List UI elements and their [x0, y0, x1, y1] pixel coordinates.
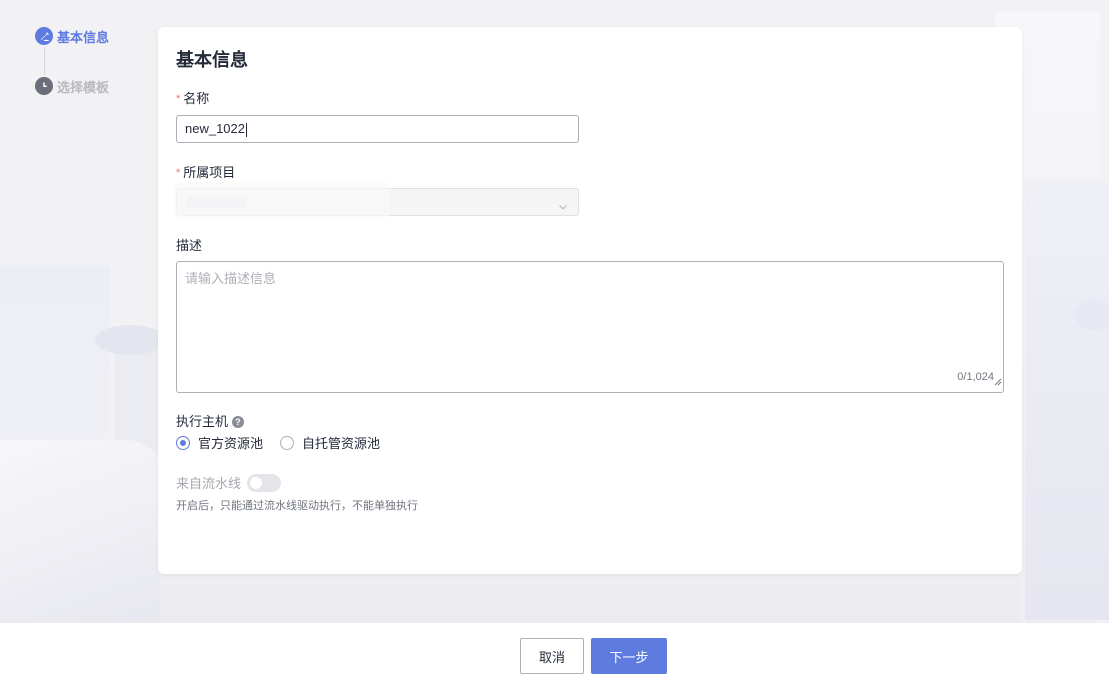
next-step-button[interactable]: 下一步: [591, 638, 667, 674]
step-select-template[interactable]: 选择模板: [35, 76, 145, 96]
toggle-knob: [250, 476, 263, 489]
footer-bar: 取消 下一步: [0, 622, 1109, 682]
chevron-down-icon: [558, 198, 568, 216]
edit-icon: [35, 27, 53, 45]
pipeline-toggle[interactable]: [247, 473, 282, 492]
radio-official-pool[interactable]: 官方资源池: [176, 433, 263, 452]
step-label: 选择模板: [57, 79, 110, 95]
resize-handle-icon[interactable]: [994, 373, 1002, 391]
required-asterisk: *: [176, 167, 181, 179]
description-textarea[interactable]: 请输入描述信息 0/1,024: [176, 261, 1004, 393]
basic-info-card: 基本信息 * 名称 new_1022 * 所属项目 描述 请输入描述信息 0/1,0…: [158, 27, 1022, 574]
help-icon[interactable]: ?: [232, 416, 245, 428]
background-shape: [1075, 300, 1109, 330]
host-label: 执行主机?: [176, 411, 245, 430]
step-label: 基本信息: [57, 29, 110, 45]
clock-icon: [35, 77, 53, 95]
page: 基本信息 选择模板 基本信息 * 名称 new_1022 * 所属项目 描述 请…: [0, 0, 1109, 682]
required-asterisk: *: [176, 93, 181, 105]
pipeline-toggle-row: 来自流水线: [176, 473, 282, 492]
description-placeholder: 请输入描述信息: [185, 271, 277, 286]
pipeline-label: 来自流水线: [176, 476, 242, 491]
radio-button[interactable]: [280, 435, 295, 450]
name-input[interactable]: new_1022: [176, 115, 579, 143]
background-shape: [1025, 180, 1109, 620]
radio-self-hosted-pool[interactable]: 自托管资源池: [280, 433, 380, 452]
step-basic-info[interactable]: 基本信息: [35, 26, 145, 46]
character-counter: 0/1,024: [957, 371, 994, 383]
pipeline-help-text: 开启后，只能通过流水线驱动执行，不能单独执行: [176, 500, 418, 512]
card-title: 基本信息: [176, 50, 248, 70]
radio-button-checked[interactable]: [176, 435, 190, 450]
description-label: 描述: [176, 238, 203, 253]
redaction-overlay: [174, 182, 390, 218]
text-caret: [246, 122, 247, 137]
background-shape: [0, 265, 110, 625]
step-connector: [44, 47, 45, 75]
cancel-button[interactable]: 取消: [520, 638, 584, 674]
host-radio-group: 官方资源池 自托管资源池: [176, 433, 397, 452]
project-label: * 所属项目: [176, 165, 236, 180]
background-shape: [0, 440, 165, 640]
name-label: * 名称: [176, 91, 210, 106]
step-indicator: 基本信息 选择模板: [35, 26, 145, 96]
background-shape: [95, 325, 165, 355]
